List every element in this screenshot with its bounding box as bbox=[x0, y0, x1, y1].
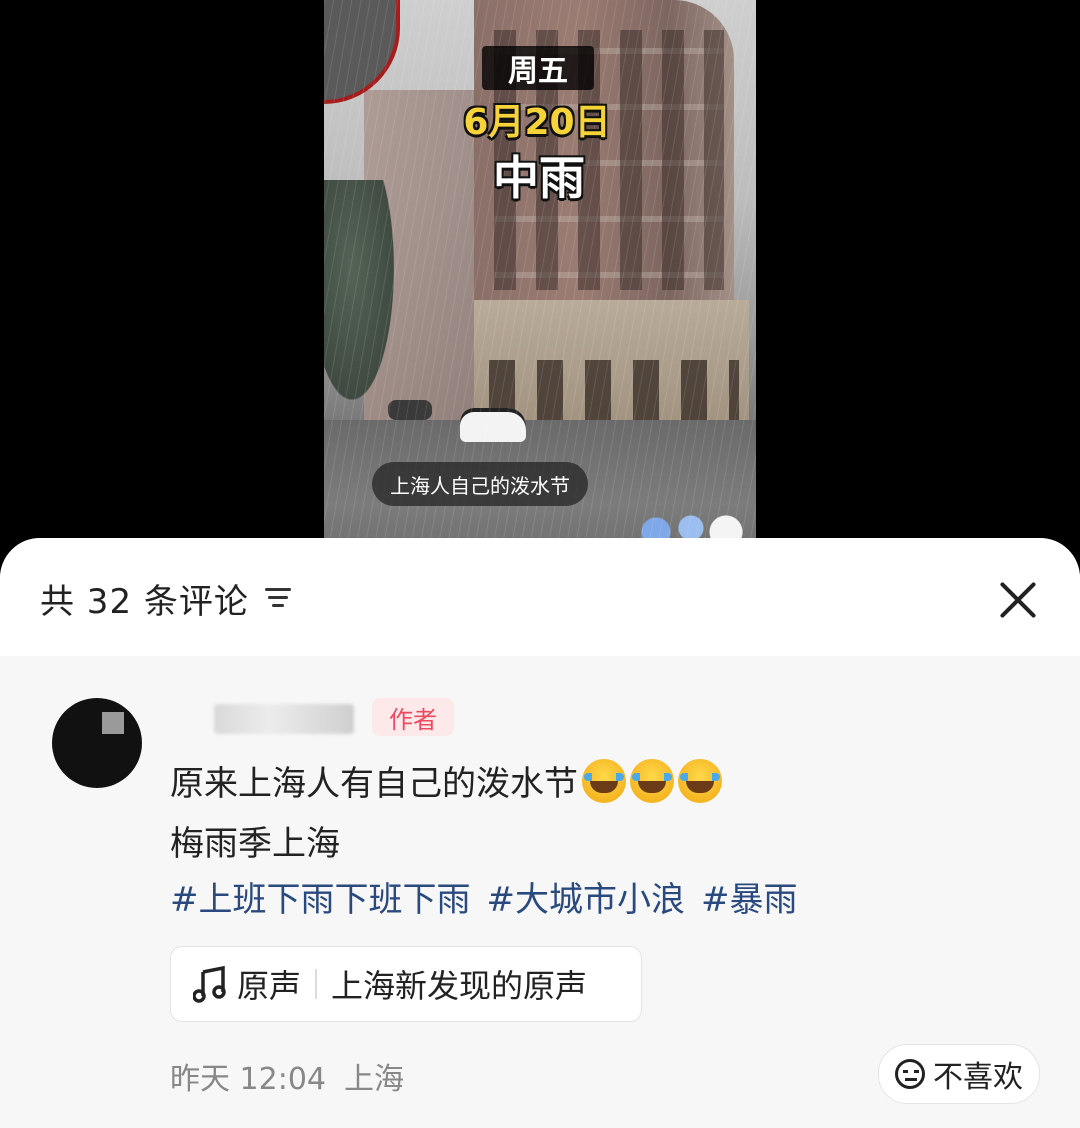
author-badge: 作者 bbox=[372, 698, 454, 736]
close-icon[interactable] bbox=[996, 578, 1040, 622]
video-player[interactable]: 周五 6月20日 中雨 上海人自己的泼水节 bbox=[324, 0, 756, 560]
overlay-date: 6月20日 bbox=[463, 102, 611, 143]
overlay-weather: 中雨 bbox=[493, 151, 585, 205]
sort-lines-icon[interactable] bbox=[264, 585, 295, 611]
comment-count-label: 共 32 条评论 bbox=[40, 581, 249, 622]
username-blurred[interactable] bbox=[214, 704, 354, 734]
comment-text-line-2: 梅雨季上海 bbox=[170, 824, 340, 864]
hashtag-list: #上班下雨下班下雨 #大城市小浪 #暴雨 bbox=[170, 872, 798, 921]
comments-header: 共 32 条评论 bbox=[0, 538, 1080, 656]
comment-body[interactable]: 原来上海人有自己的泼水节 梅雨季上海 bbox=[170, 754, 1030, 874]
dislike-label: 不喜欢 bbox=[933, 1060, 1023, 1095]
comment-line-1: 原来上海人有自己的泼水节 bbox=[170, 754, 1030, 814]
music-note-icon bbox=[193, 965, 226, 1003]
comments-sheet: 共 32 条评论 作者 原来上海人有自己的泼水节 梅雨季上海 #上班下雨下班下雨… bbox=[0, 538, 1080, 1128]
laugh-cry-emoji-icon bbox=[582, 759, 626, 803]
comment-time: 昨天 12:04 bbox=[170, 1062, 326, 1097]
music-title: 上海新发现的原声 bbox=[331, 967, 588, 1005]
video-caption: 上海人自己的泼水节 bbox=[372, 462, 588, 506]
comment-location: 上海 bbox=[344, 1062, 404, 1097]
music-divider bbox=[315, 969, 318, 999]
comment-count-sort[interactable]: 共 32 条评论 bbox=[40, 576, 295, 622]
laugh-cry-emoji-icon bbox=[678, 759, 722, 803]
original-sound-button[interactable]: 原声 上海新发现的原声 bbox=[170, 946, 642, 1022]
neutral-face-icon bbox=[895, 1059, 925, 1089]
comment-text-line-1: 原来上海人有自己的泼水节 bbox=[170, 764, 578, 804]
overlay-day: 周五 bbox=[482, 46, 594, 90]
hashtag-link[interactable]: #大城市小浪 bbox=[487, 872, 686, 921]
hashtag-link[interactable]: #上班下雨下班下雨 bbox=[170, 872, 471, 921]
laugh-cry-emoji-icon bbox=[630, 759, 674, 803]
music-label: 原声 bbox=[237, 967, 302, 1005]
comment-meta: 昨天 12:04 上海 bbox=[170, 1054, 404, 1098]
avatar[interactable] bbox=[52, 698, 142, 788]
dislike-button[interactable]: 不喜欢 bbox=[878, 1044, 1040, 1104]
hashtag-link[interactable]: #暴雨 bbox=[701, 872, 798, 921]
